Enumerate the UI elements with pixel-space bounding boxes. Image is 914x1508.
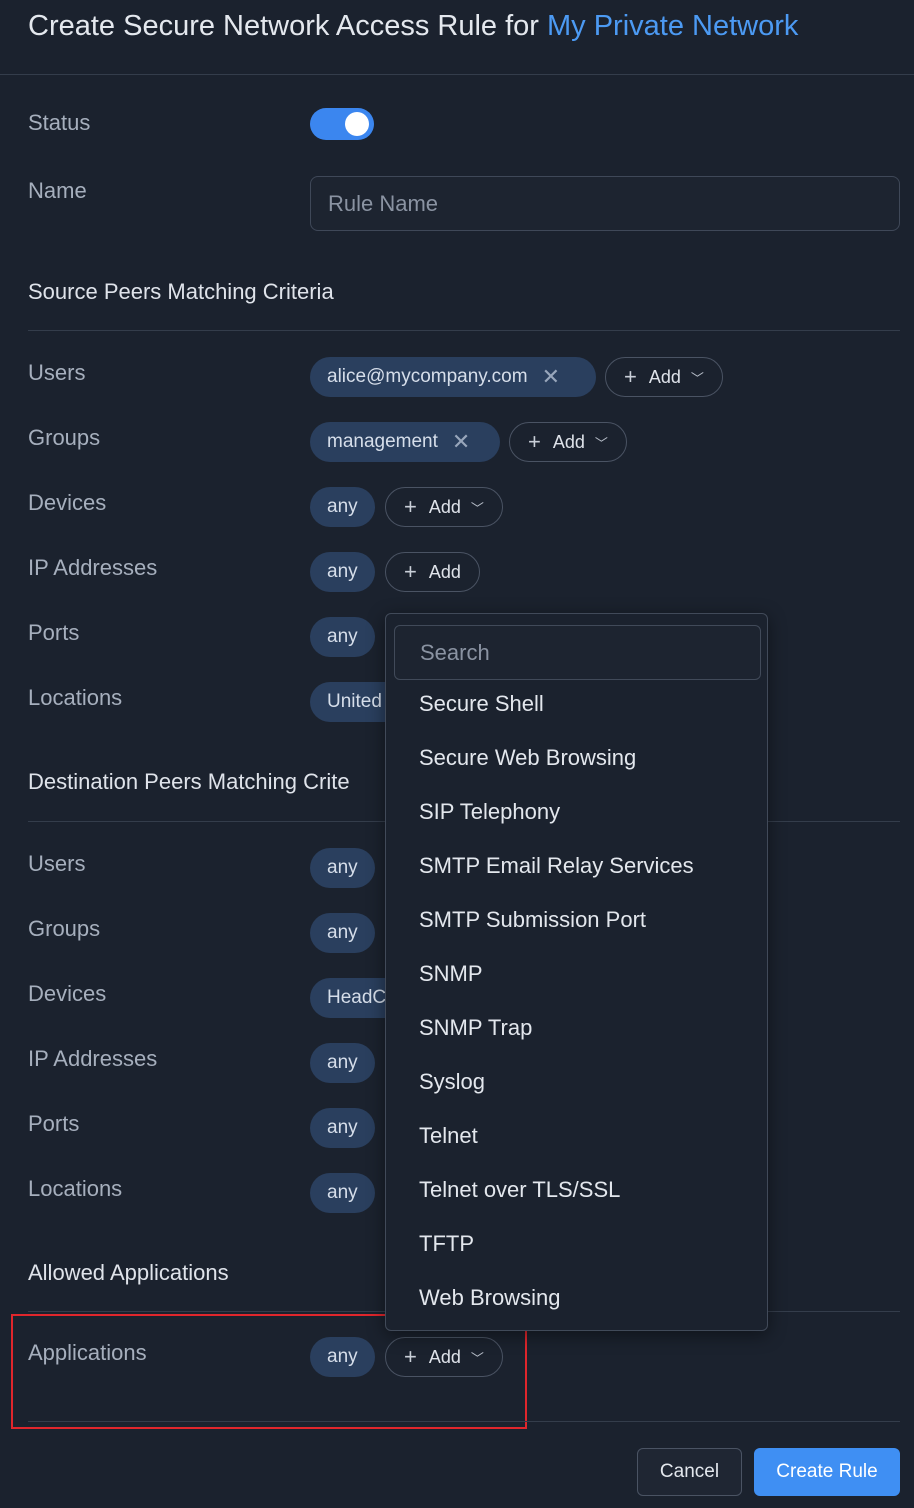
dropdown-item[interactable]: Telnet over TLS/SSL [386,1163,767,1217]
dropdown-item[interactable]: Telnet [386,1109,767,1163]
cancel-button[interactable]: Cancel [637,1448,742,1496]
source-users-label: Users [28,360,86,385]
source-devices-label: Devices [28,490,107,515]
plus-icon: + [528,429,541,454]
source-ip-chip: any [310,552,375,592]
chevron-down-icon: ﹀ [470,500,484,516]
applications-chip: any [310,1337,375,1377]
dropdown-item[interactable]: TFTP [386,1217,767,1271]
status-label: Status [28,110,91,135]
plus-icon: + [404,494,417,519]
footer-divider [28,1421,900,1422]
destination-devices-label: Devices [28,981,107,1006]
network-name: My Private Network [546,10,799,42]
applications-add-button[interactable]: + Add ﹀ [385,1337,503,1377]
dropdown-item[interactable]: SNMP Trap [386,1001,767,1055]
destination-section-title: Destination Peers Matching Crite [28,769,350,794]
name-label: Name [28,178,87,203]
source-groups-add-button[interactable]: + Add ﹀ [509,422,627,462]
dropdown-item[interactable]: Web Browsing [386,1271,767,1325]
destination-groups-label: Groups [28,916,101,941]
dropdown-item[interactable]: Secure Web Browsing [386,731,767,785]
plus-icon: + [404,559,417,584]
destination-ip-label: IP Addresses [28,1046,158,1071]
source-ports-label: Ports [28,620,80,645]
dropdown-item[interactable]: SNMP [386,947,767,1001]
destination-ip-chip: any [310,1043,375,1083]
source-devices-chip: any [310,487,375,527]
source-ip-label: IP Addresses [28,555,158,580]
source-devices-add-button[interactable]: + Add ﹀ [385,487,503,527]
dropdown-item[interactable]: SMTP Submission Port [386,893,767,947]
dropdown-list: Secure Shell Secure Web Browsing SIP Tel… [386,677,767,1325]
source-divider [28,330,900,331]
destination-users-chip: any [310,848,375,888]
source-groups-label: Groups [28,425,101,450]
source-ip-add-button[interactable]: + Add [385,552,480,592]
dropdown-item[interactable]: Secure Shell [386,677,767,731]
toggle-knob [345,112,369,136]
close-icon[interactable]: ✕ [542,366,560,388]
dropdown-item[interactable]: SMTP Email Relay Services [386,839,767,893]
chevron-down-icon: ﹀ [690,370,704,386]
destination-groups-chip: any [310,913,375,953]
destination-locations-chip: any [310,1173,375,1213]
source-group-chip: management ✕ [310,422,500,462]
status-toggle[interactable] [310,108,374,140]
create-rule-button[interactable]: Create Rule [754,1448,900,1496]
dialog-title: Create Secure Network Access Rule for My… [28,10,799,42]
destination-users-label: Users [28,851,86,876]
dialog-header: Create Secure Network Access Rule for My… [0,0,914,75]
destination-ports-label: Ports [28,1111,80,1136]
application-dropdown: Secure Shell Secure Web Browsing SIP Tel… [385,613,768,1331]
applications-section-title: Allowed Applications [28,1260,229,1285]
dropdown-search-input[interactable] [394,625,761,680]
plus-icon: + [624,364,637,389]
source-user-chip: alice@mycompany.com ✕ [310,357,596,397]
applications-label: Applications [28,1340,147,1365]
chevron-down-icon: ﹀ [594,435,608,451]
destination-ports-chip: any [310,1108,375,1148]
source-section-title: Source Peers Matching Criteria [28,279,334,304]
plus-icon: + [404,1344,417,1369]
destination-locations-label: Locations [28,1176,123,1201]
rule-name-input[interactable] [310,176,900,231]
source-ports-chip: any [310,617,375,657]
close-icon[interactable]: ✕ [452,431,470,453]
dropdown-item[interactable]: Syslog [386,1055,767,1109]
source-locations-label: Locations [28,685,123,710]
source-users-add-button[interactable]: + Add ﹀ [605,357,723,397]
dropdown-item[interactable]: SIP Telephony [386,785,767,839]
chevron-down-icon: ﹀ [470,1350,484,1366]
